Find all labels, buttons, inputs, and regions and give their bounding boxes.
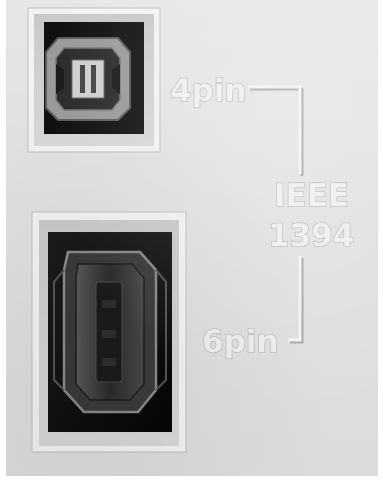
standard-number-label: 1394 [268,218,354,254]
four-pin-label: 4pin [170,73,246,109]
four-pin-port [27,7,161,153]
ieee-label: IEEE [274,178,349,214]
firewire-panel-diagram: 4pin IEEE 1394 6pin [27,7,355,453]
six-pin-port [31,211,187,453]
bracket-lines [248,85,304,344]
photo: 4pin IEEE 1394 6pin [6,0,378,476]
six-pin-label: 6pin [202,324,278,360]
